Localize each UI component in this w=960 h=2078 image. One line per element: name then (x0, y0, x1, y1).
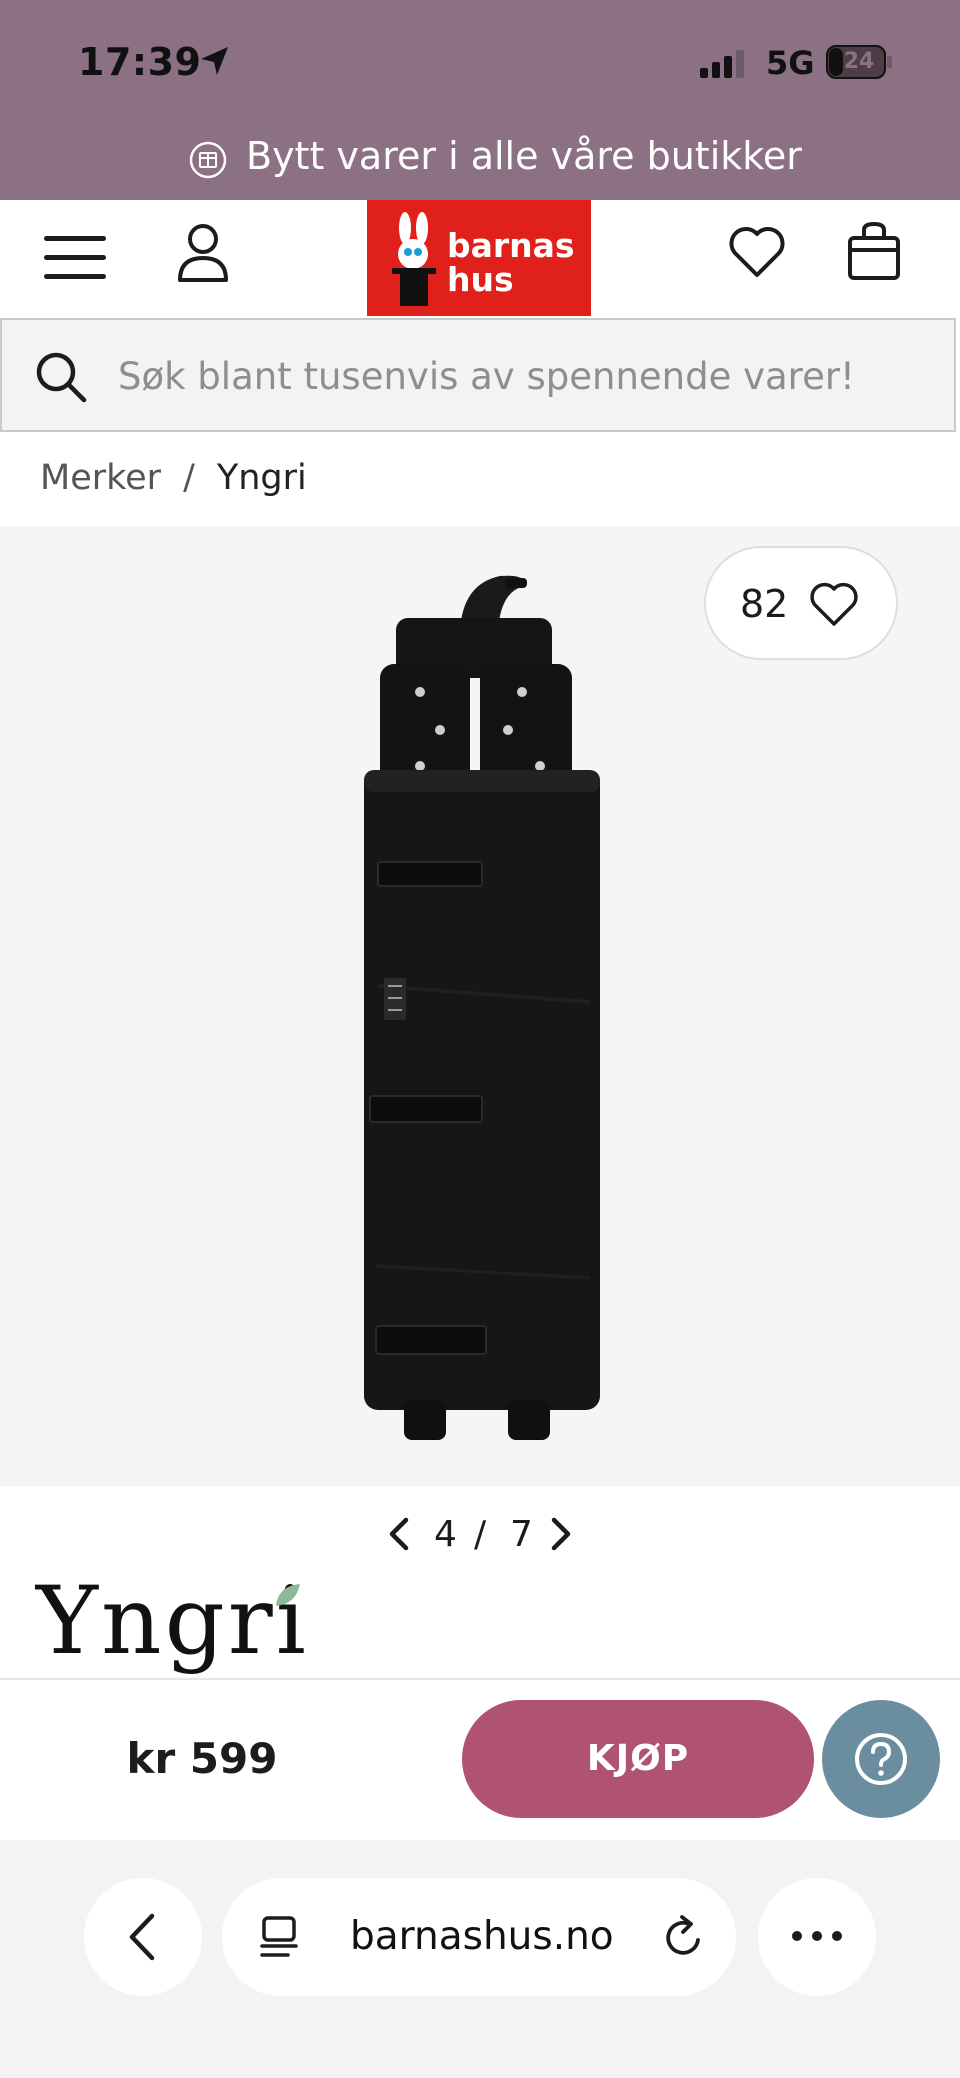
url-text[interactable]: barnashus.no (350, 1914, 614, 1959)
product-image[interactable] (350, 566, 610, 1450)
wishlist-icon[interactable] (727, 222, 787, 282)
chevron-left-icon[interactable] (384, 1516, 414, 1552)
pager-current: 4 (434, 1514, 457, 1555)
help-icon[interactable] (852, 1730, 910, 1788)
location-arrow-icon (201, 47, 228, 75)
network-label: 5G (766, 44, 815, 82)
status-time: 17:39 (78, 40, 202, 84)
search-icon[interactable] (34, 350, 88, 404)
logo-text-line1: barnas (447, 226, 575, 265)
search-input[interactable] (118, 346, 938, 406)
pager-total: 7 (510, 1514, 533, 1555)
logo-text-line2: hus (447, 260, 514, 299)
heart-icon[interactable] (808, 580, 860, 628)
menu-icon[interactable] (42, 232, 110, 284)
breadcrumb-item-current[interactable]: Yngri (217, 458, 307, 498)
breadcrumb-separator: / (183, 458, 195, 498)
back-icon[interactable] (124, 1912, 160, 1962)
exchange-box-icon (189, 141, 227, 179)
like-badge[interactable] (704, 546, 898, 660)
pager-separator: / (474, 1514, 487, 1555)
reader-icon[interactable] (258, 1914, 302, 1960)
bunny-logo-icon (392, 212, 436, 306)
cart-icon[interactable] (846, 220, 902, 282)
battery-level: 24 (843, 49, 875, 74)
promo-text: Bytt varer i alle våre butikker (246, 134, 802, 178)
brand-logo[interactable]: Yngri (36, 1572, 309, 1672)
breadcrumb: Merker / Yngri (40, 458, 307, 498)
price: kr 599 (126, 1734, 278, 1783)
leaf-icon (276, 1584, 300, 1606)
reload-icon[interactable] (662, 1914, 706, 1960)
like-count: 82 (740, 582, 789, 626)
chevron-right-icon[interactable] (546, 1516, 576, 1552)
signal-icon (700, 50, 744, 78)
buy-button[interactable]: KJØP (462, 1700, 814, 1818)
account-icon[interactable] (176, 222, 230, 284)
more-icon[interactable] (790, 1926, 844, 1946)
breadcrumb-item-merker[interactable]: Merker (40, 458, 161, 498)
